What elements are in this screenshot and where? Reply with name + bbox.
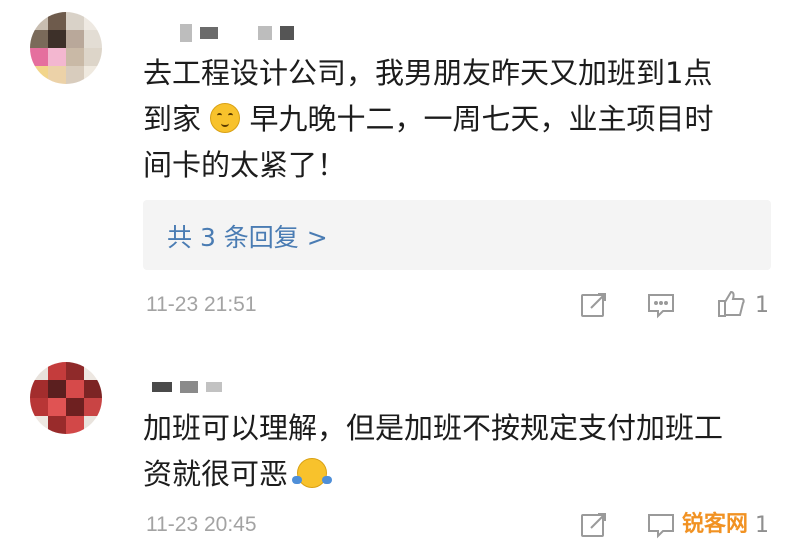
avatar[interactable] [30,362,102,434]
watermark: 锐客网 [678,506,753,538]
comment-timestamp: 11-23 21:51 [146,293,257,316]
avatar[interactable] [30,12,102,84]
comment-line: 早九晚十二，一周七天，业主项目时 [249,102,714,136]
comment-icon[interactable] [646,510,676,540]
comment-line: 去工程设计公司，我男朋友昨天又加班到1点 [143,56,713,90]
shrug-icon [292,458,333,488]
share-icon[interactable] [579,510,609,540]
comment-line: 间卡的太紧了！ [143,148,347,182]
upside-down-face-icon [210,103,241,133]
replies-box[interactable]: 共 3 条回复 > [143,200,771,270]
comment-line: 加班可以理解，但是加班不按规定支付加班工 [143,411,724,445]
like-count: 1 [755,293,769,318]
comment-line: 到家 [143,102,202,136]
comment-text: 去工程设计公司，我男朋友昨天又加班到1点 到家 早九晚十二，一周七天，业主项目时… [143,50,773,188]
comment-icon[interactable] [646,290,676,320]
share-icon[interactable] [579,290,609,320]
username-blurred[interactable] [180,24,294,42]
comment-timestamp: 11-23 20:45 [146,513,257,536]
comment-text: 加班可以理解，但是加班不按规定支付加班工 资就很可恶 [143,405,783,497]
like-icon[interactable] [716,289,746,319]
comment-line: 资就很可恶 [143,457,289,491]
username-blurred[interactable] [152,378,222,396]
like-count: 1 [755,513,769,538]
view-replies-link[interactable]: 共 3 条回复 > [167,218,328,254]
